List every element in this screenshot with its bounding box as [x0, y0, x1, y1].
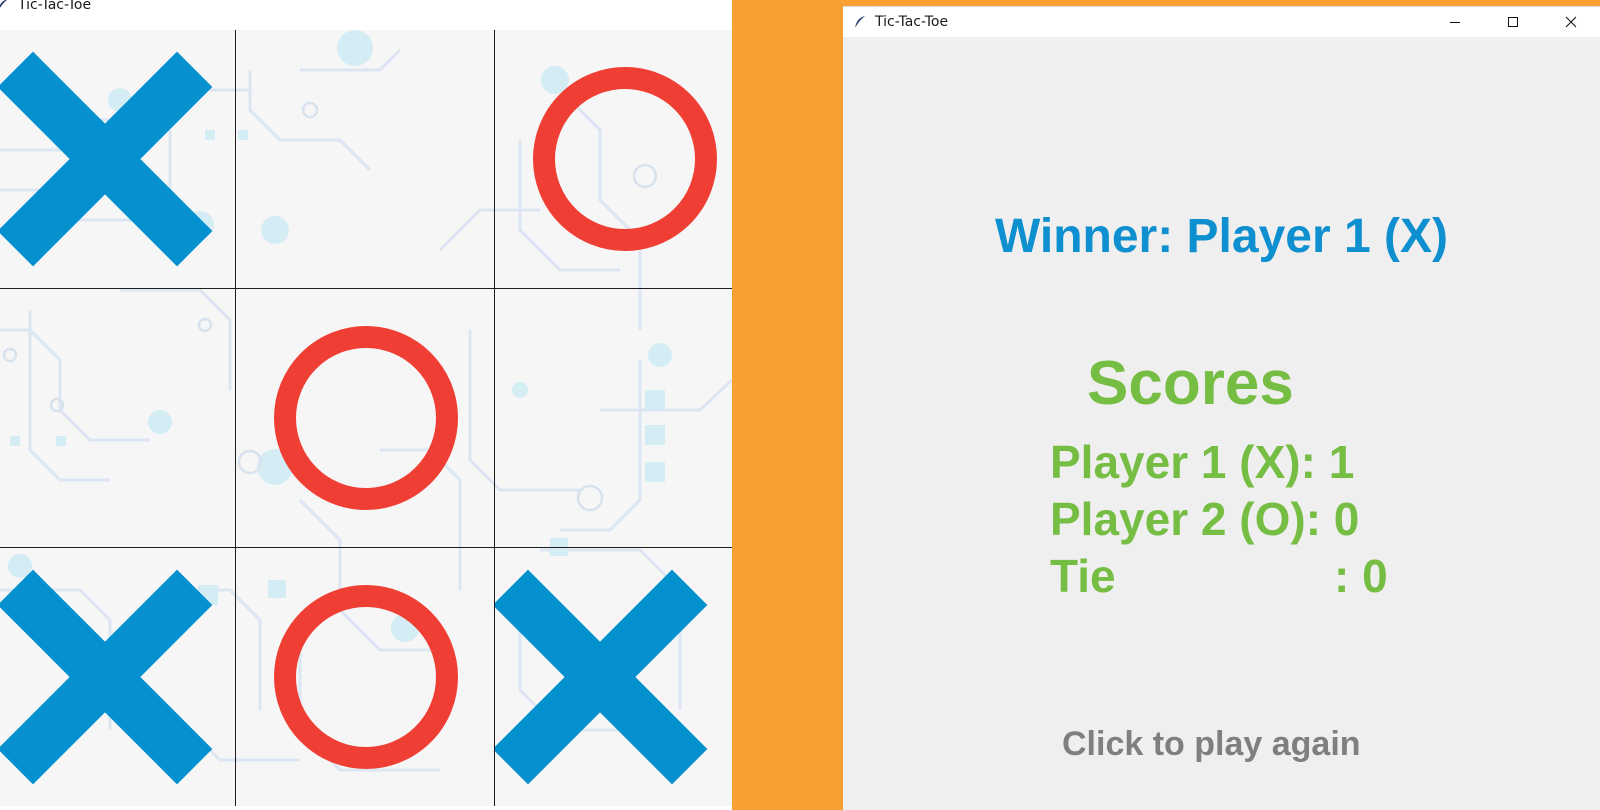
minimize-button[interactable] [566, 0, 624, 9]
maximize-button[interactable] [1484, 7, 1542, 37]
score-label: Player 2 (O) [1050, 493, 1306, 545]
result-panel: Winner: Player 1 (X) Scores Player 1 (X)… [843, 43, 1600, 810]
board-cell-9[interactable] [495, 548, 732, 806]
x-mark [495, 569, 708, 785]
game-board [0, 30, 732, 806]
maximize-icon [1508, 17, 1518, 27]
o-mark [274, 326, 458, 510]
close-button[interactable] [1542, 7, 1600, 37]
minimize-button[interactable] [1426, 7, 1484, 37]
window-title: Tic-Tac-Toe [875, 14, 949, 30]
winner-text: Winner: Player 1 (X) [994, 210, 1449, 263]
score-value: 1 [1328, 436, 1355, 488]
score-value: 0 [1333, 493, 1360, 545]
board-cell-5[interactable] [236, 289, 494, 547]
o-mark [533, 67, 717, 251]
board-cell-8[interactable] [236, 548, 494, 806]
score-label: Player 1 (X) [1050, 436, 1301, 488]
score-row-player-1: Player 1 (X): 1 [1050, 435, 1354, 489]
x-mark [0, 51, 213, 267]
feather-icon [853, 15, 867, 29]
score-separator: : [1300, 436, 1329, 488]
tie-value: : 0 [1334, 550, 1388, 602]
window-title: Tic-Tac-Toe [18, 0, 92, 13]
score-separator: : [1305, 493, 1334, 545]
title-bar[interactable]: Tic-Tac-Toe [843, 6, 1600, 37]
result-window: Tic-Tac-Toe Winner: Player 1 (X) Scores … [843, 6, 1600, 810]
board-cell-3[interactable] [495, 30, 732, 288]
close-icon [1565, 16, 1577, 28]
board-cell-6[interactable] [495, 289, 732, 547]
board-cell-4[interactable] [0, 289, 235, 547]
tie-label: Tie [1050, 550, 1116, 602]
board-cell-7[interactable] [0, 548, 235, 806]
feather-icon [0, 0, 10, 12]
board-cell-1[interactable] [0, 30, 235, 288]
board-window: Tic-Tac-Toe [0, 0, 732, 810]
scores-heading: Scores [1087, 349, 1294, 418]
o-mark [274, 585, 458, 769]
minimize-icon [1450, 22, 1460, 23]
board-cell-2[interactable] [236, 30, 494, 288]
score-row-player-2: Player 2 (O): 0 [1050, 492, 1359, 546]
play-again-button[interactable]: Click to play again [1062, 725, 1361, 764]
maximize-button[interactable] [624, 0, 682, 9]
x-mark [0, 569, 213, 785]
close-button[interactable] [682, 0, 732, 9]
title-bar[interactable]: Tic-Tac-Toe [0, 0, 732, 21]
